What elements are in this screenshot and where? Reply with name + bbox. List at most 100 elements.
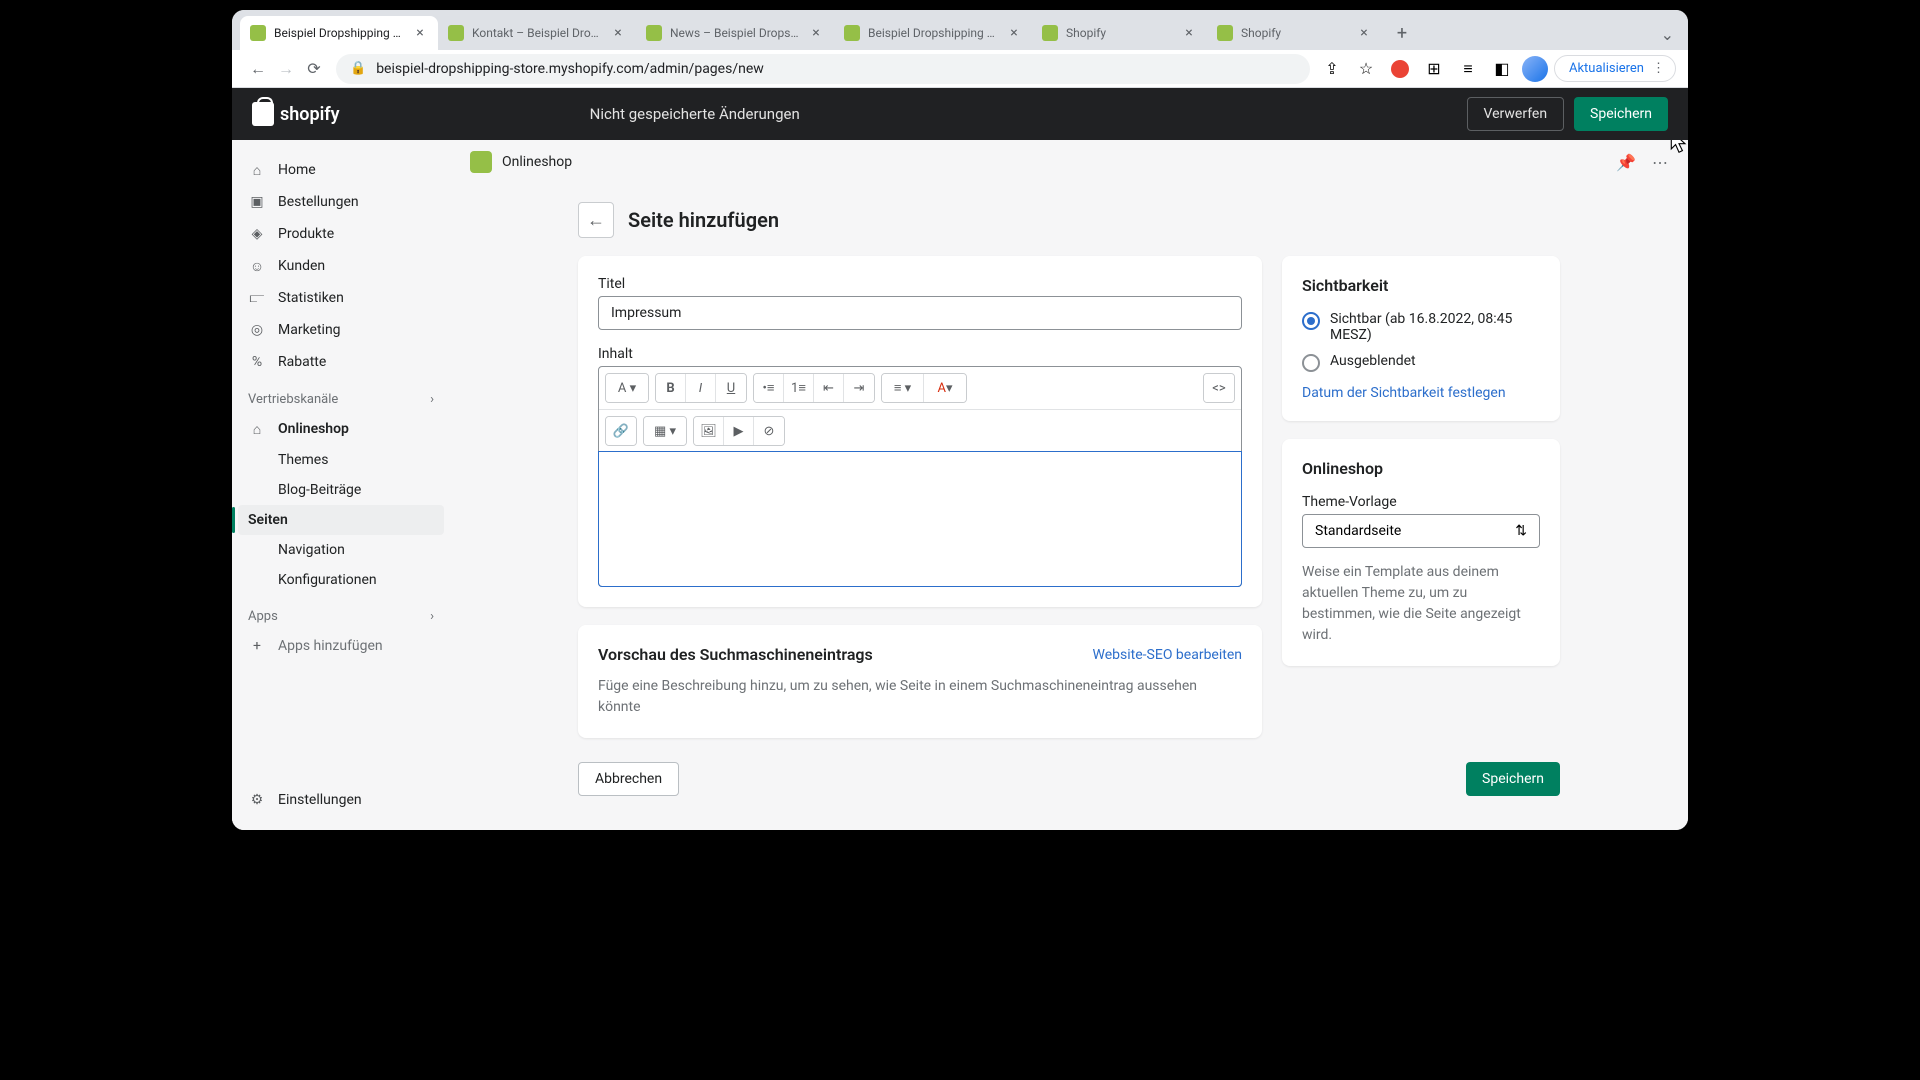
breadcrumb-text[interactable]: Onlineshop (502, 154, 572, 170)
forward-icon[interactable]: → (272, 55, 300, 83)
discard-button[interactable]: Verwerfen (1467, 97, 1565, 131)
extension-icon[interactable] (1386, 55, 1414, 83)
template-select[interactable]: Standardseite ⇅ (1302, 514, 1540, 548)
favicon-icon (250, 25, 266, 41)
color-dropdown[interactable]: A ▾ (924, 374, 966, 402)
italic-button[interactable]: I (686, 374, 716, 402)
sidebar-sub-themes[interactable]: Themes (232, 445, 450, 475)
select-arrow-icon: ⇅ (1515, 523, 1527, 539)
close-icon[interactable]: × (1356, 25, 1372, 41)
browser-tab[interactable]: Beispiel Dropshipping Store× (240, 16, 438, 50)
title-input[interactable] (598, 296, 1242, 330)
breadcrumb: Onlineshop 📌 ⋯ (450, 140, 1688, 184)
sidebar-section-channels[interactable]: Vertriebskanäle› (232, 378, 450, 413)
visibility-hidden-radio[interactable]: Ausgeblendet (1302, 353, 1540, 372)
outdent-button[interactable]: ⇤ (814, 374, 844, 402)
sidebar-sub-pages[interactable]: Seiten (238, 505, 444, 535)
sidebar-sub-navigation[interactable]: Navigation (232, 535, 450, 565)
menu-icon[interactable]: ⋮ (1652, 61, 1665, 76)
store-icon: ⌂ (248, 420, 266, 438)
image-button[interactable]: 🖼 (694, 417, 724, 445)
url-input[interactable]: 🔒beispiel-dropshipping-store.myshopify.c… (336, 54, 1310, 84)
set-visibility-date-link[interactable]: Datum der Sichtbarkeit festlegen (1302, 385, 1506, 401)
seo-description: Füge eine Beschreibung hinzu, um zu sehe… (598, 676, 1242, 718)
clear-format-button[interactable]: ⊘ (754, 417, 784, 445)
page-title: Seite hinzufügen (628, 208, 779, 232)
radio-icon (1302, 354, 1320, 372)
page-back-button[interactable]: ← (578, 202, 614, 238)
align-dropdown[interactable]: ≡ ▾ (882, 374, 924, 402)
update-button[interactable]: Aktualisieren⋮ (1554, 55, 1676, 82)
sidebar-sub-blog[interactable]: Blog-Beiträge (232, 475, 450, 505)
template-help: Weise ein Template aus deinem aktuellen … (1302, 562, 1540, 646)
seo-card: Vorschau des Suchmaschineneintrags Websi… (578, 625, 1262, 738)
url-text: beispiel-dropshipping-store.myshopify.co… (376, 61, 764, 77)
close-icon[interactable]: × (1181, 25, 1197, 41)
indent-button[interactable]: ⇥ (844, 374, 874, 402)
shop-icon (470, 151, 492, 173)
logo-bag-icon (252, 102, 274, 126)
browser-tab[interactable]: Shopify× (1032, 16, 1207, 50)
close-icon[interactable]: × (610, 25, 626, 41)
sidebar-item-settings[interactable]: ⚙Einstellungen (232, 784, 450, 816)
link-button[interactable]: 🔗 (606, 417, 636, 445)
cancel-button[interactable]: Abbrechen (578, 762, 679, 796)
sidebar-item-marketing[interactable]: ◎Marketing (232, 314, 450, 346)
editor-textarea[interactable] (598, 451, 1242, 587)
underline-button[interactable]: U (716, 374, 746, 402)
browser-tab[interactable]: Beispiel Dropshipping Store× (834, 16, 1032, 50)
reload-icon[interactable]: ⟳ (300, 55, 328, 83)
video-button[interactable]: ▶ (724, 417, 754, 445)
sidebar: ⌂Home ▣Bestellungen ◈Produkte ☺Kunden ⫍S… (232, 140, 450, 830)
sidebar-add-apps[interactable]: +Apps hinzufügen (232, 630, 450, 662)
sidebar-item-products[interactable]: ◈Produkte (232, 218, 450, 250)
profile-avatar[interactable] (1522, 56, 1548, 82)
star-icon[interactable]: ☆ (1352, 55, 1380, 83)
panel-icon[interactable]: ◧ (1488, 55, 1516, 83)
numbered-list-button[interactable]: 1≡ (784, 374, 814, 402)
sidebar-item-discounts[interactable]: %Rabatte (232, 346, 450, 378)
analytics-icon: ⫍ (248, 289, 266, 307)
save-button[interactable]: Speichern (1574, 97, 1668, 131)
paragraph-dropdown[interactable]: A ▾ (606, 374, 648, 402)
sidebar-section-apps[interactable]: Apps› (232, 595, 450, 630)
html-button[interactable]: <> (1204, 374, 1234, 402)
close-icon[interactable]: × (1006, 25, 1022, 41)
sidebar-item-onlineshop[interactable]: ⌂Onlineshop (232, 413, 450, 445)
sidebar-item-orders[interactable]: ▣Bestellungen (232, 186, 450, 218)
favicon-icon (1217, 25, 1233, 41)
extensions-icon[interactable]: ⊞ (1420, 55, 1448, 83)
shopify-logo[interactable]: shopify (252, 102, 340, 126)
sidebar-item-home[interactable]: ⌂Home (232, 154, 450, 186)
browser-tab[interactable]: Kontakt – Beispiel Dropship× (438, 16, 636, 50)
favicon-icon (646, 25, 662, 41)
template-label: Theme-Vorlage (1302, 494, 1540, 510)
browser-tab[interactable]: Shopify× (1207, 16, 1382, 50)
template-card: Onlineshop Theme-Vorlage Standardseite ⇅… (1282, 439, 1560, 666)
more-icon[interactable]: ⋯ (1652, 153, 1668, 172)
favicon-icon (448, 25, 464, 41)
browser-tab[interactable]: News – Beispiel Dropshipp× (636, 16, 834, 50)
table-button[interactable]: ▦ ▾ (644, 417, 686, 445)
radio-icon (1302, 312, 1320, 330)
share-icon[interactable]: ⇪ (1318, 55, 1346, 83)
tabs-dropdown-icon[interactable]: ⌄ (1661, 25, 1674, 44)
sidebar-sub-config[interactable]: Konfigurationen (232, 565, 450, 595)
gear-icon: ⚙ (248, 791, 266, 809)
visibility-visible-radio[interactable]: Sichtbar (ab 16.8.2022, 08:45 MESZ) (1302, 311, 1540, 343)
close-icon[interactable]: × (808, 25, 824, 41)
favicon-icon (844, 25, 860, 41)
save-button-footer[interactable]: Speichern (1466, 762, 1560, 796)
pin-icon[interactable]: 📌 (1616, 153, 1636, 172)
reading-list-icon[interactable]: ≡ (1454, 55, 1482, 83)
close-icon[interactable]: × (412, 25, 428, 41)
rich-text-editor: A ▾ B I U •≡ 1≡ ⇤ ⇥ (598, 366, 1242, 587)
bold-button[interactable]: B (656, 374, 686, 402)
bullet-list-button[interactable]: •≡ (754, 374, 784, 402)
sidebar-item-analytics[interactable]: ⫍Statistiken (232, 282, 450, 314)
back-icon[interactable]: ← (244, 55, 272, 83)
sidebar-item-customers[interactable]: ☺Kunden (232, 250, 450, 282)
seo-edit-link[interactable]: Website-SEO bearbeiten (1093, 647, 1242, 663)
browser-tabs-bar: Beispiel Dropshipping Store× Kontakt – B… (232, 10, 1688, 50)
new-tab-button[interactable]: + (1388, 19, 1416, 47)
